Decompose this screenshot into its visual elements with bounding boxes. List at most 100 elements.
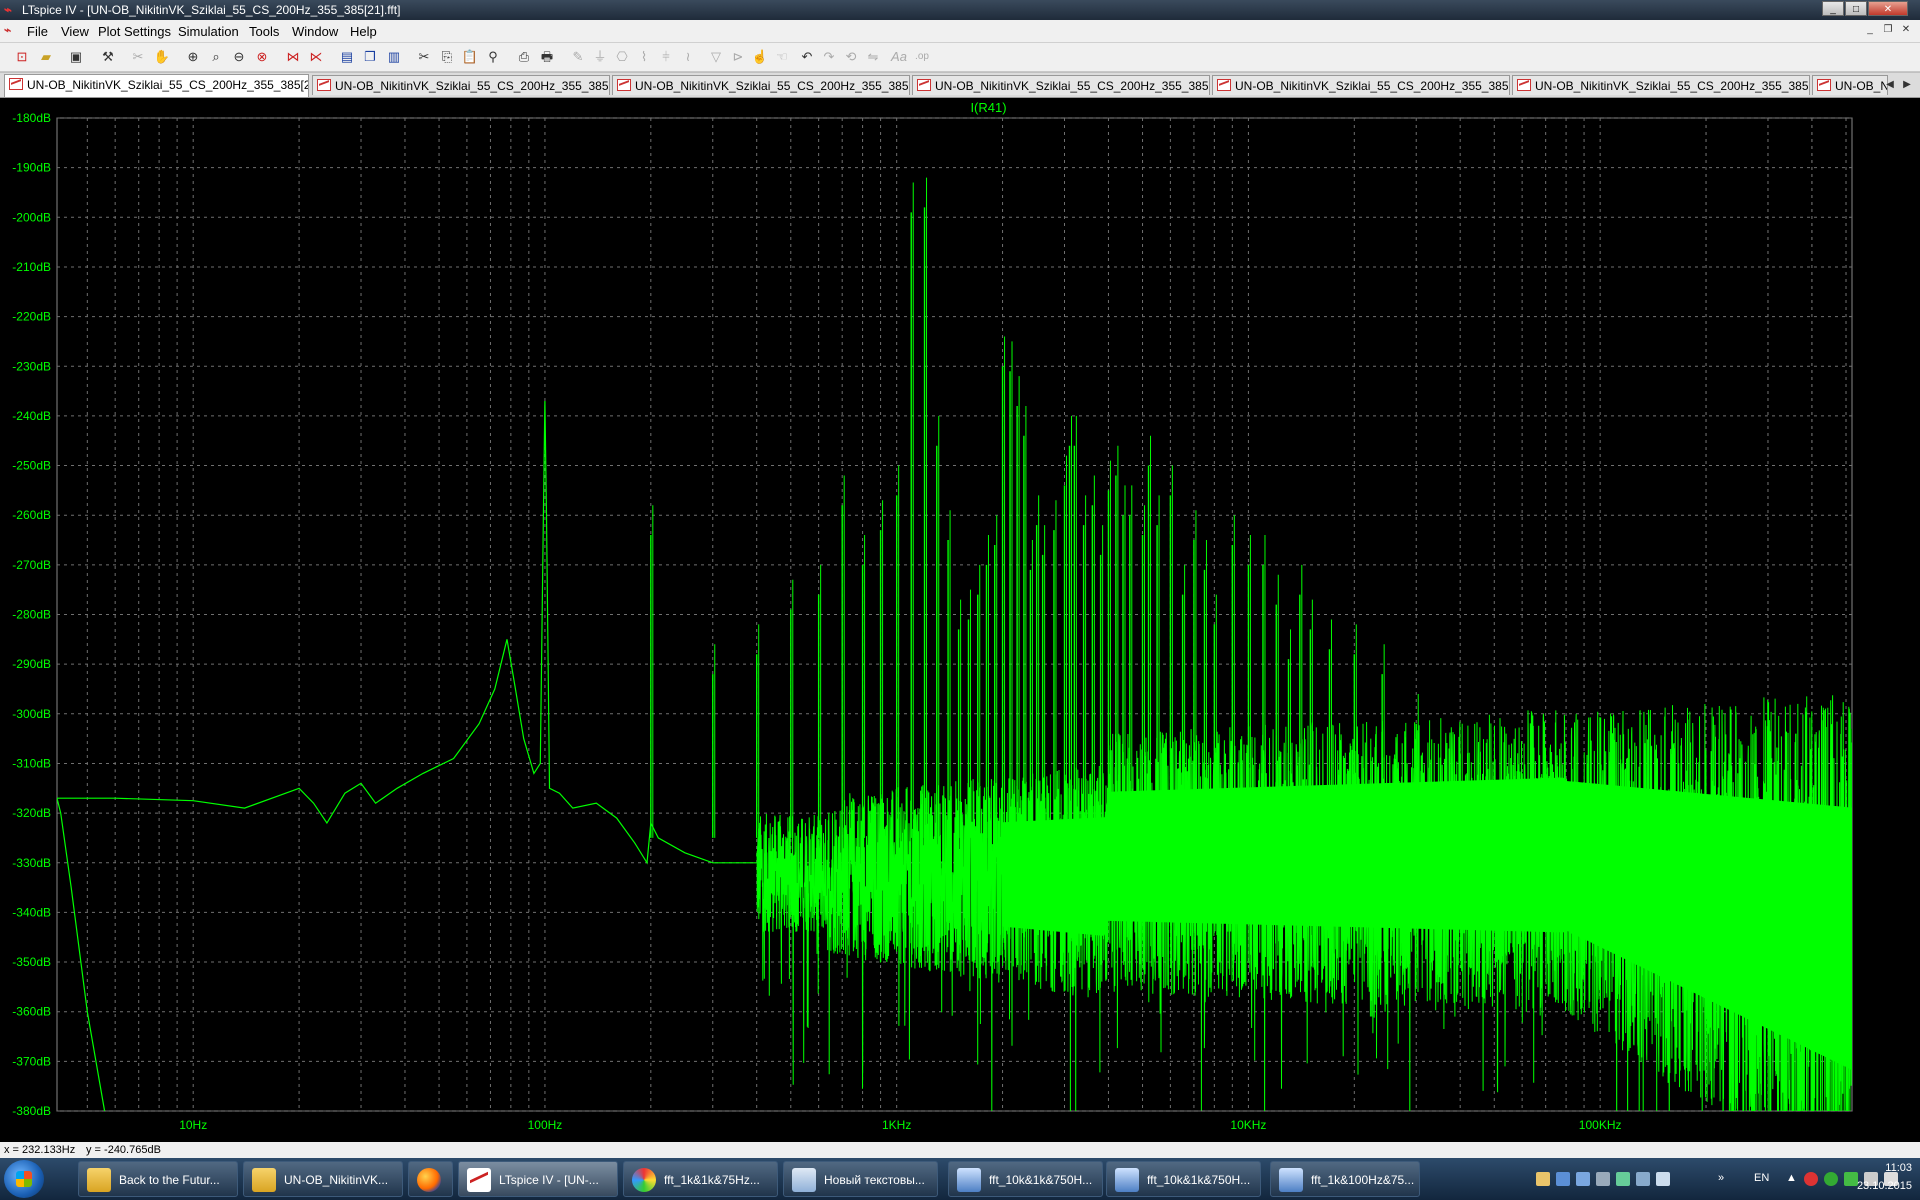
tab-label: UN-OB_N: [1835, 79, 1888, 93]
find-binoculars-icon[interactable]: ⚲: [483, 47, 503, 67]
clock-date[interactable]: 23.10.2015: [1852, 1180, 1912, 1192]
component-icon: ⊳: [732, 49, 744, 64]
zoom-fit-icon[interactable]: ⊗: [252, 47, 272, 67]
tile-horizontal-icon[interactable]: ▤: [337, 47, 357, 67]
taskbar-button-label: LTspice IV - [UN-...: [499, 1173, 599, 1187]
paint-icon: [632, 1168, 656, 1192]
tab-scroll-left-icon[interactable]: ◀: [1882, 77, 1898, 93]
tray-network-icon[interactable]: [1576, 1172, 1590, 1186]
tab-fft-overflow[interactable]: UN-OB_N: [1812, 75, 1888, 95]
minimize-button[interactable]: _: [1822, 1, 1844, 16]
clock-time[interactable]: 11:03: [1862, 1162, 1912, 1174]
zoom-out-icon[interactable]: ⊖: [229, 47, 249, 67]
print-preview-icon[interactable]: ⎙: [514, 47, 534, 67]
move-hand-icon: ☝: [751, 49, 769, 64]
tray-recycle-icon[interactable]: [1656, 1172, 1670, 1186]
tray-display-icon[interactable]: [1636, 1172, 1650, 1186]
tab-fft-21[interactable]: UN-OB_NikitinVK_Sziklai_55_CS_200Hz_355_…: [4, 74, 309, 97]
close-button[interactable]: ✕: [1868, 1, 1908, 16]
tab-label: UN-OB_NikitinVK_Sziklai_55_CS_200Hz_355_…: [1235, 79, 1510, 93]
tray-folder-icon[interactable]: [1536, 1172, 1550, 1186]
new-schematic-icon[interactable]: ⊡: [12, 47, 32, 67]
print-icon[interactable]: 🖶: [537, 47, 557, 67]
taskbar-button[interactable]: fft_1k&1k&75Hz...: [623, 1161, 778, 1197]
copy-icon[interactable]: ⎘: [437, 47, 457, 67]
cut-dim-icon: ✂: [132, 49, 144, 64]
mdi-minimize-button[interactable]: _: [1862, 23, 1878, 37]
tab-fft-2[interactable]: UN-OB_NikitinVK_Sziklai_55_CS_200Hz_355_…: [312, 75, 610, 95]
ltspice-logo-icon: ⌁: [4, 2, 12, 17]
language-indicator[interactable]: EN: [1754, 1172, 1769, 1184]
tab-fft-5[interactable]: UN-OB_NikitinVK_Sziklai_55_CS_200Hz_355_…: [1212, 75, 1510, 95]
cascade-icon[interactable]: ❐: [360, 47, 380, 67]
tab-scroll-right-icon[interactable]: ▶: [1899, 77, 1915, 93]
tray-expand-icon[interactable]: ▲: [1786, 1172, 1797, 1184]
tile-vertical-icon[interactable]: ▥: [384, 47, 404, 67]
taskbar-button-label: fft_1k&100Hz&75...: [1311, 1173, 1415, 1187]
waveform-tab-icon: [9, 78, 23, 90]
menu-view[interactable]: View: [61, 24, 89, 39]
x-tick-label: 100KHz: [1579, 1118, 1622, 1132]
waveform-tab-icon: [1817, 79, 1831, 91]
maximize-button[interactable]: □: [1845, 1, 1867, 16]
tray-chevron-icon[interactable]: »: [1718, 1172, 1724, 1184]
tray-monitor-icon[interactable]: [1596, 1172, 1610, 1186]
cursor-y-readout: y = -240.765dB: [86, 1144, 161, 1156]
start-button[interactable]: [4, 1160, 44, 1198]
dc-rolloff-trace: [57, 798, 106, 1111]
taskbar-button[interactable]: Новый текстовы...: [783, 1161, 938, 1197]
fft-plot[interactable]: -180dB -190dB -200dB -210dB -220dB -230dB -240…: [0, 98, 1920, 1142]
taskbar-button[interactable]: fft_10k&1k&750H...: [948, 1161, 1103, 1197]
tray-app-icon[interactable]: [1556, 1172, 1570, 1186]
low-frequency-trace: [57, 400, 757, 865]
waveform-tab-icon: [317, 79, 331, 91]
y-tick-label: -360dB: [12, 1005, 51, 1019]
mdi-close-button[interactable]: ✕: [1898, 23, 1914, 37]
menu-tools[interactable]: Tools: [249, 24, 279, 39]
taskbar-button-label: fft_10k&1k&750H...: [1147, 1173, 1251, 1187]
undo-icon[interactable]: ↶: [797, 47, 817, 67]
tab-fft-3[interactable]: UN-OB_NikitinVK_Sziklai_55_CS_200Hz_355_…: [612, 75, 910, 95]
diode-icon: ▽: [711, 49, 721, 64]
autorange-icon[interactable]: ⋈: [283, 47, 303, 67]
mdi-restore-button[interactable]: ❐: [1880, 23, 1896, 37]
save-icon[interactable]: ▣: [66, 47, 86, 67]
menu-file[interactable]: File: [27, 24, 48, 39]
tray-antivirus-icon[interactable]: [1804, 1172, 1818, 1186]
taskbar-button[interactable]: LTspice IV - [UN-...: [458, 1161, 618, 1197]
menu-help[interactable]: Help: [350, 24, 377, 39]
y-tick-label: -280dB: [12, 608, 51, 622]
tab-fft-4[interactable]: UN-OB_NikitinVK_Sziklai_55_CS_200Hz_355_…: [912, 75, 1210, 95]
menu-window[interactable]: Window: [292, 24, 338, 39]
y-tick-label: -350dB: [12, 955, 51, 969]
notepad-icon: [792, 1168, 816, 1192]
window-title: LTspice IV - [UN-OB_NikitinVK_Sziklai_55…: [22, 3, 401, 17]
y-tick-label: -290dB: [12, 657, 51, 671]
taskbar-button[interactable]: fft_10k&1k&750H...: [1106, 1161, 1261, 1197]
control-panel-icon[interactable]: ⚒: [98, 47, 118, 67]
cut-icon[interactable]: ✂: [414, 47, 434, 67]
taskbar-button[interactable]: fft_1k&100Hz&75...: [1270, 1161, 1420, 1197]
x-tick-label: 10Hz: [179, 1118, 207, 1132]
open-folder-icon[interactable]: ▰: [36, 47, 56, 67]
waveform-plot-pane[interactable]: -180dB -190dB -200dB -210dB -220dB -230dB -240…: [0, 98, 1920, 1142]
tab-fft-6[interactable]: UN-OB_NikitinVK_Sziklai_55_CS_200Hz_355_…: [1512, 75, 1810, 95]
system-tray: » EN ▲ 11:03 23.10.2015: [1490, 1158, 1920, 1200]
zoom-in-icon[interactable]: ⊕: [183, 47, 203, 67]
x-tick-label: 1KHz: [882, 1118, 911, 1132]
taskbar-button[interactable]: UN-OB_NikitinVK...: [243, 1161, 403, 1197]
redo-icon: ↷: [823, 49, 835, 64]
menu-plot-settings[interactable]: Plot Settings: [98, 24, 171, 39]
zoom-area-icon[interactable]: ⌕: [206, 47, 226, 67]
tray-sync-icon[interactable]: [1616, 1172, 1630, 1186]
toolbar: ⊡ ▰ ▣ ⚒ ✂ ✋ ⊕ ⌕ ⊖ ⊗ ⋈ ⋉ ▤ ❐ ▥ ✂ ⎘ 📋 ⚲ ⎙ …: [0, 43, 1920, 72]
y-tick-label: -300dB: [12, 707, 51, 721]
tray-update-icon[interactable]: [1824, 1172, 1838, 1186]
document-menu-icon[interactable]: ⌁: [4, 23, 20, 39]
menu-simulation[interactable]: Simulation: [178, 24, 239, 39]
mark-unconnected-icon[interactable]: ⋉: [306, 47, 326, 67]
cursor-x-readout: x = 232.133Hz: [4, 1144, 76, 1156]
paste-icon[interactable]: 📋: [460, 47, 480, 67]
taskbar-button[interactable]: Back to the Futur...: [78, 1161, 238, 1197]
taskbar-button[interactable]: [408, 1161, 453, 1197]
